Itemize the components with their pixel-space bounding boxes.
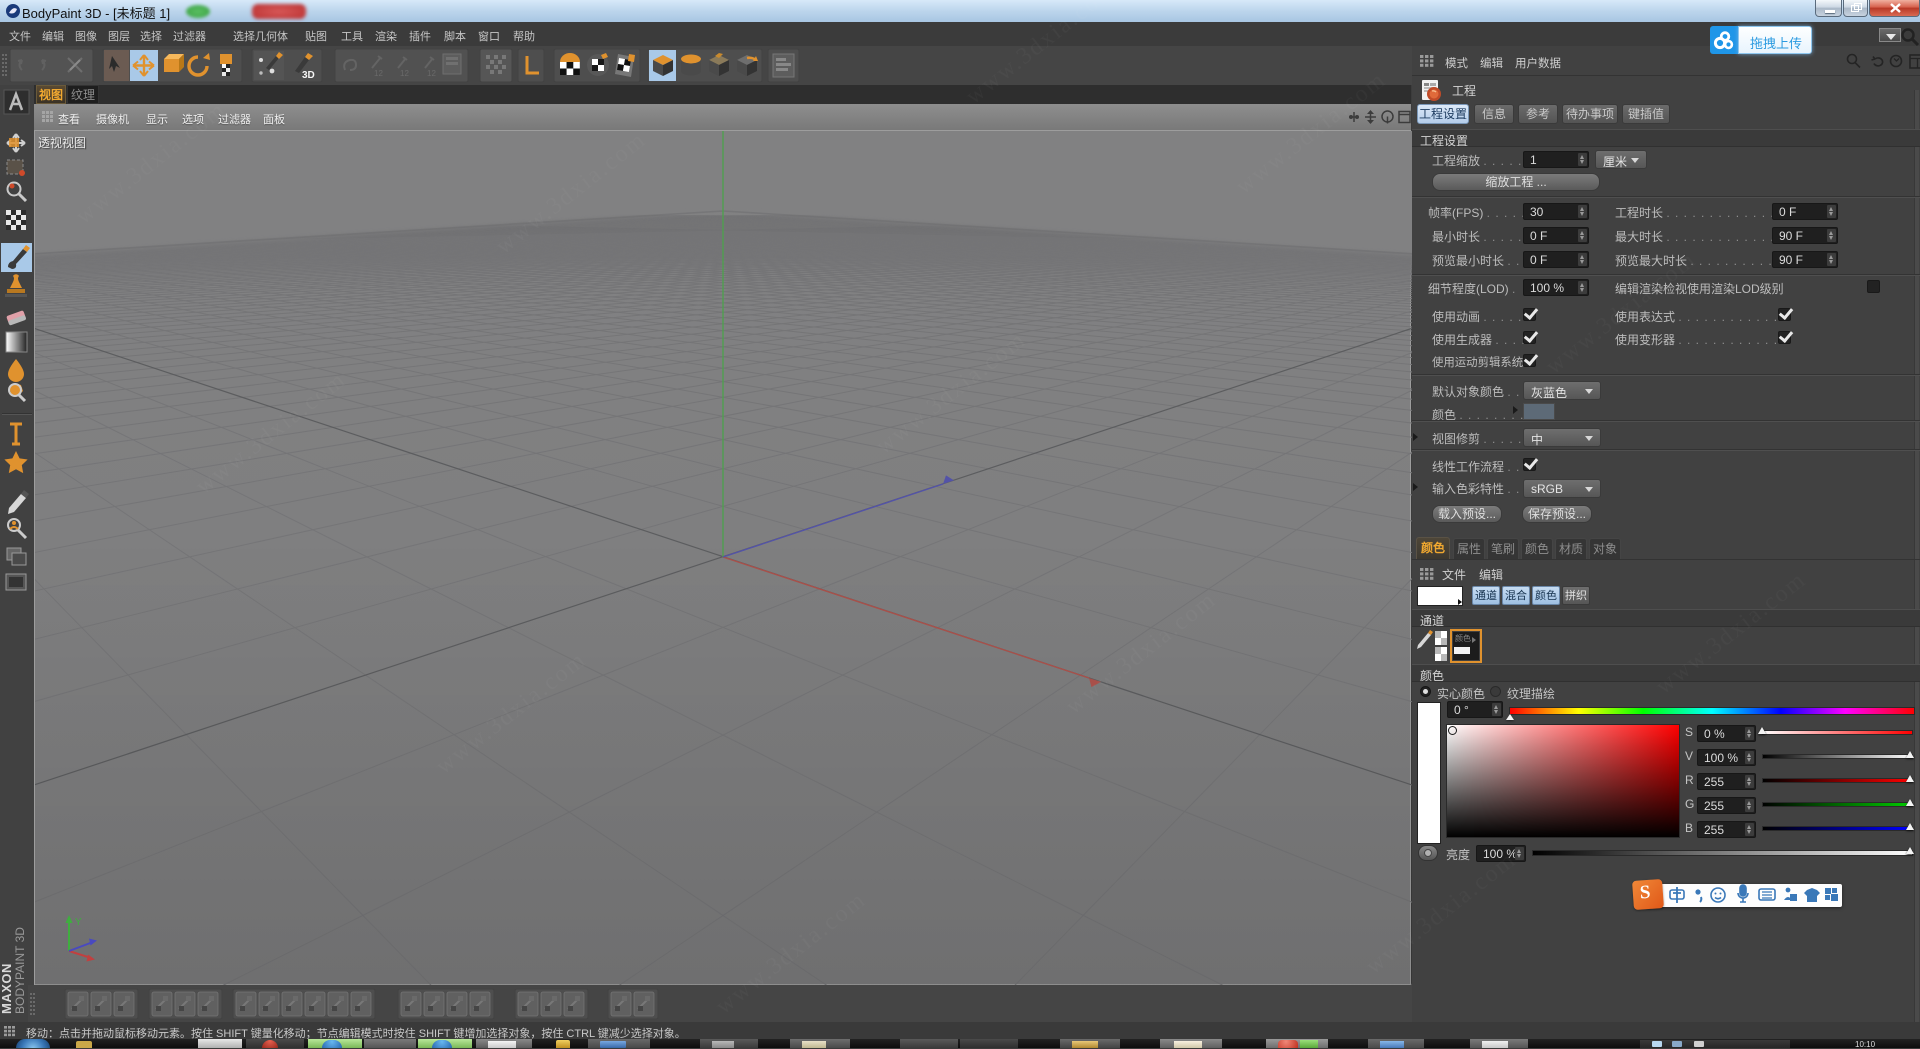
svg-text:3D: 3D — [302, 70, 315, 81]
svg-text:Y: Y — [75, 917, 82, 928]
svg-text:12: 12 — [427, 69, 436, 78]
svg-text:颜色: 颜色 — [1455, 633, 1471, 643]
svg-text:12: 12 — [374, 69, 383, 78]
svg-text:12: 12 — [400, 69, 409, 78]
